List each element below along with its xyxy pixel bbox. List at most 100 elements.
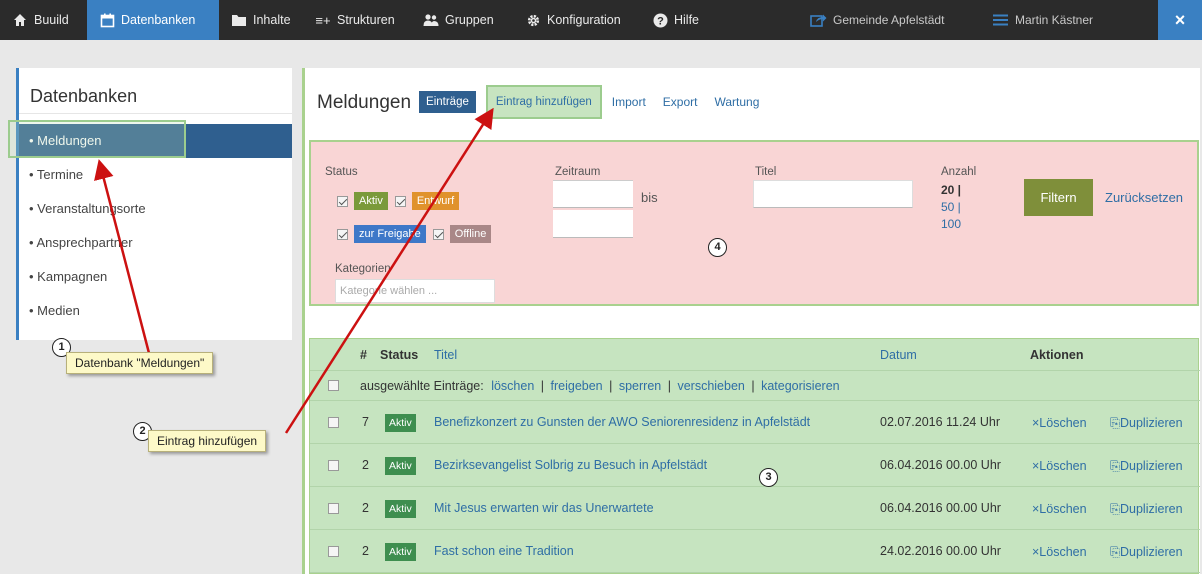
bulk-separator: |	[751, 379, 755, 393]
period-to-input[interactable]	[553, 210, 633, 238]
status-active-badge: Aktiv	[354, 192, 388, 210]
page-header: Meldungen Einträge Eintrag hinzufügen Im…	[305, 68, 1202, 136]
count-option-20[interactable]: 20 |	[941, 183, 961, 197]
users-icon	[423, 12, 439, 28]
delete-link[interactable]: ×Löschen	[1032, 416, 1087, 430]
row-num: 2	[362, 458, 369, 472]
row-checkbox[interactable]	[328, 417, 339, 428]
gear-icon	[525, 12, 541, 28]
bulk-separator: |	[667, 379, 671, 393]
bulk-lock-link[interactable]: sperren	[619, 379, 661, 393]
nav-item-label: Gruppen	[445, 13, 494, 27]
folder-icon	[231, 12, 247, 28]
row-date: 24.02.2016 00.00 Uhr	[880, 544, 1001, 558]
reset-link[interactable]: Zurücksetzen	[1105, 190, 1183, 205]
sidebar-item-ansprechpartner[interactable]: • Ansprechpartner	[19, 226, 292, 260]
annotation-callout-1: Datenbank "Meldungen"	[66, 352, 214, 374]
help-icon: ?	[652, 12, 668, 28]
table-row: 7 Aktiv Benefizkonzert zu Gunsten der AW…	[310, 401, 1200, 444]
sidebar-item-veranstaltungsorte[interactable]: • Veranstaltungsorte	[19, 192, 292, 226]
home-icon	[12, 12, 28, 28]
duplicate-link[interactable]: ⎘Duplizieren	[1110, 545, 1183, 560]
top-navigation-bar: Buuild Datenbanken Inhalte ≡+ Strukturen…	[0, 0, 1202, 40]
row-checkbox[interactable]	[328, 503, 339, 514]
nav-item-label: Hilfe	[674, 13, 700, 27]
calendar-icon	[99, 12, 115, 28]
header-date[interactable]: Datum	[880, 348, 917, 362]
row-checkbox[interactable]	[328, 460, 339, 471]
close-button[interactable]: ×	[1158, 0, 1202, 40]
row-num: 2	[362, 544, 369, 558]
sidebar-item-medien[interactable]: • Medien	[19, 294, 292, 328]
list-plus-icon: ≡+	[315, 12, 331, 28]
tab-import[interactable]: Import	[612, 95, 646, 109]
duplicate-link[interactable]: ⎘Duplizieren	[1110, 459, 1183, 474]
period-from-input[interactable]	[553, 180, 633, 208]
nav-item-buuild[interactable]: Buuild	[0, 0, 87, 40]
share-icon	[810, 13, 827, 27]
status-release-checkbox[interactable]	[337, 228, 348, 240]
bulk-separator: |	[540, 379, 545, 393]
nav-item-hilfe[interactable]: ? Hilfe	[640, 0, 716, 40]
nav-item-label: Datenbanken	[121, 13, 196, 27]
status-filter-row-1: Aktiv Entwurf	[337, 192, 460, 210]
annotation-callout-2: Eintrag hinzufügen	[148, 430, 267, 452]
tab-export[interactable]: Export	[663, 95, 698, 109]
count-option-100[interactable]: 100	[941, 217, 961, 231]
nav-item-strukturen[interactable]: ≡+ Strukturen	[303, 0, 411, 40]
hamburger-menu-icon	[993, 14, 1008, 26]
entry-title-link[interactable]: Fast schon eine Tradition	[434, 544, 574, 558]
count-option-50[interactable]: 50 |	[941, 200, 961, 214]
nav-item-datenbanken[interactable]: Datenbanken	[87, 0, 219, 40]
site-name: Gemeinde Apfelstädt	[833, 13, 945, 27]
main-content: Meldungen Einträge Eintrag hinzufügen Im…	[302, 68, 1200, 574]
status-draft-checkbox[interactable]	[394, 195, 406, 207]
bulk-move-link[interactable]: verschieben	[677, 379, 744, 393]
status-release-badge: zur Freigabe	[354, 225, 426, 243]
entry-title-link[interactable]: Benefizkonzert zu Gunsten der AWO Senior…	[434, 415, 810, 429]
sidebar-item-termine[interactable]: • Termine	[19, 158, 292, 192]
delete-link[interactable]: ×Löschen	[1032, 545, 1087, 559]
delete-link[interactable]: ×Löschen	[1032, 459, 1087, 473]
bulk-categorize-link[interactable]: kategorisieren	[761, 379, 840, 393]
row-date: 02.07.2016 11.24 Uhr	[880, 415, 1001, 429]
header-title[interactable]: Titel	[434, 348, 457, 362]
duplicate-link[interactable]: ⎘Duplizieren	[1110, 502, 1183, 517]
tab-wartung[interactable]: Wartung	[714, 95, 759, 109]
row-num: 2	[362, 501, 369, 515]
title-input[interactable]	[753, 180, 913, 208]
categories-placeholder: Kategorie wählen ...	[340, 285, 438, 297]
entry-title-link[interactable]: Mit Jesus erwarten wir das Unerwartete	[434, 501, 654, 515]
delete-link[interactable]: ×Löschen	[1032, 502, 1087, 516]
row-checkbox[interactable]	[328, 546, 339, 557]
bulk-delete-link[interactable]: löschen	[491, 379, 534, 393]
status-active-checkbox[interactable]	[337, 195, 348, 207]
nav-item-konfiguration[interactable]: Konfiguration	[513, 0, 640, 40]
list-header-row: # Status Titel Datum Aktionen	[310, 339, 1200, 371]
categories-select[interactable]: Kategorie wählen ...	[335, 279, 495, 303]
nav-item-gruppen[interactable]: Gruppen	[411, 0, 513, 40]
nav-item-inhalte[interactable]: Inhalte	[219, 0, 303, 40]
select-all-checkbox[interactable]	[328, 380, 339, 391]
status-badge: Aktiv	[385, 414, 416, 432]
sidebar-title: Datenbanken	[19, 68, 292, 114]
site-switcher[interactable]: Gemeinde Apfelstädt	[810, 0, 944, 40]
title-label: Titel	[755, 166, 777, 178]
header-actions: Aktionen	[1030, 348, 1084, 362]
table-row: 2 Aktiv Fast schon eine Tradition 24.02.…	[310, 530, 1200, 573]
entries-list: # Status Titel Datum Aktionen ausgewählt…	[309, 338, 1200, 574]
user-menu[interactable]: Martin Kästner	[993, 0, 1093, 40]
filter-button[interactable]: Filtern	[1024, 179, 1093, 216]
period-to-label: bis	[641, 190, 658, 205]
sidebar-item-kampagnen[interactable]: • Kampagnen	[19, 260, 292, 294]
tab-eintrag-hinzufuegen[interactable]: Eintrag hinzufügen	[485, 85, 602, 119]
status-offline-badge: Offline	[449, 225, 492, 243]
duplicate-link[interactable]: ⎘Duplizieren	[1110, 416, 1183, 431]
status-filter-row-2: zur Freigabe Offline	[337, 225, 492, 243]
bulk-release-link[interactable]: freigeben	[551, 379, 603, 393]
status-badge: Aktiv	[385, 457, 416, 475]
status-offline-checkbox[interactable]	[432, 228, 444, 240]
entry-title-link[interactable]: Bezirksevangelist Solbrig zu Besuch in A…	[434, 458, 707, 472]
annotation-number-4: 4	[708, 238, 727, 257]
tab-eintraege[interactable]: Einträge	[419, 91, 476, 113]
